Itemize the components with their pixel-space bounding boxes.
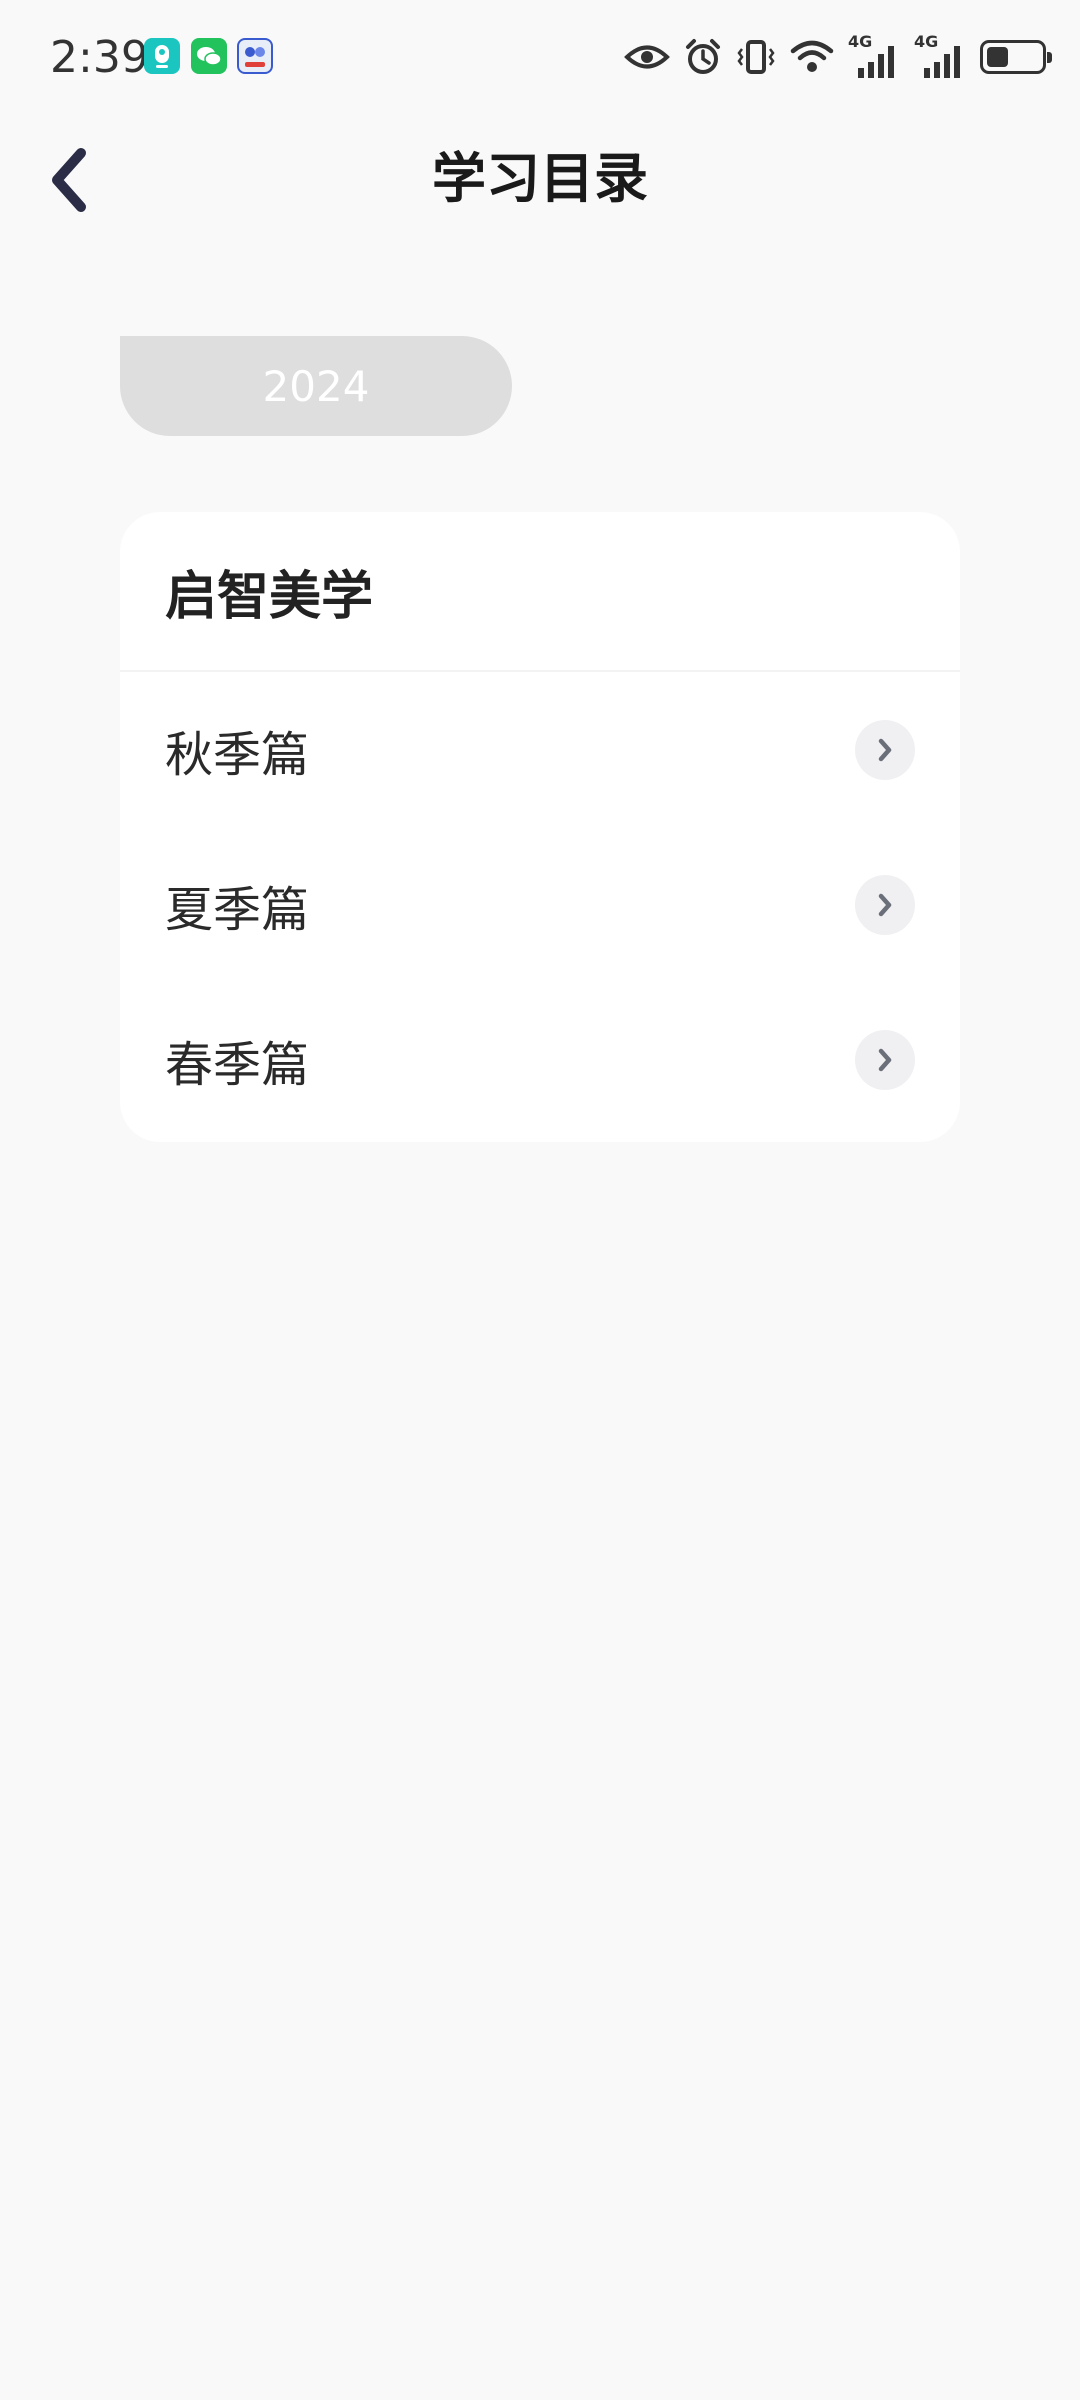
chevron-right-icon xyxy=(855,1029,915,1090)
network-type-label: 4G xyxy=(914,32,939,51)
wechat-app-icon xyxy=(191,38,227,74)
eye-icon xyxy=(624,42,670,72)
status-bar: 2:39 4G 4G xyxy=(0,0,1080,112)
vibrate-icon xyxy=(736,39,776,75)
status-time: 2:39 xyxy=(50,32,149,83)
network-type-label: 4G xyxy=(848,32,873,51)
screen: 2:39 4G 4G 学习目录 2024 启智美学 秋季篇 夏季篇 春季篇 xyxy=(0,0,1080,2400)
course-title: 启智美学 xyxy=(120,512,960,672)
signal-icon: 4G xyxy=(914,32,966,80)
list-item-label: 秋季篇 xyxy=(165,726,310,783)
battery-level xyxy=(987,47,1008,67)
battery-icon xyxy=(980,40,1052,74)
game-app-icon xyxy=(237,38,273,74)
list-item-label: 夏季篇 xyxy=(165,881,310,938)
list-item-spring[interactable]: 春季篇 xyxy=(120,982,960,1137)
alarm-icon xyxy=(684,38,722,76)
wifi-icon xyxy=(790,39,834,75)
list-item-autumn[interactable]: 秋季篇 xyxy=(120,672,960,827)
status-icons: 4G 4G xyxy=(624,32,1052,80)
chevron-right-icon xyxy=(855,719,915,780)
list-item-summer[interactable]: 夏季篇 xyxy=(120,827,960,982)
list-item-label: 春季篇 xyxy=(165,1036,310,1093)
header: 学习目录 xyxy=(0,120,1080,240)
camera-app-icon xyxy=(144,38,180,74)
battery-tip xyxy=(1047,52,1052,63)
chevron-right-icon xyxy=(855,874,915,935)
page-title: 学习目录 xyxy=(432,147,648,210)
signal-icon: 4G xyxy=(848,32,900,80)
year-tab[interactable]: 2024 xyxy=(120,336,512,436)
course-card: 启智美学 秋季篇 夏季篇 春季篇 xyxy=(120,512,960,1142)
